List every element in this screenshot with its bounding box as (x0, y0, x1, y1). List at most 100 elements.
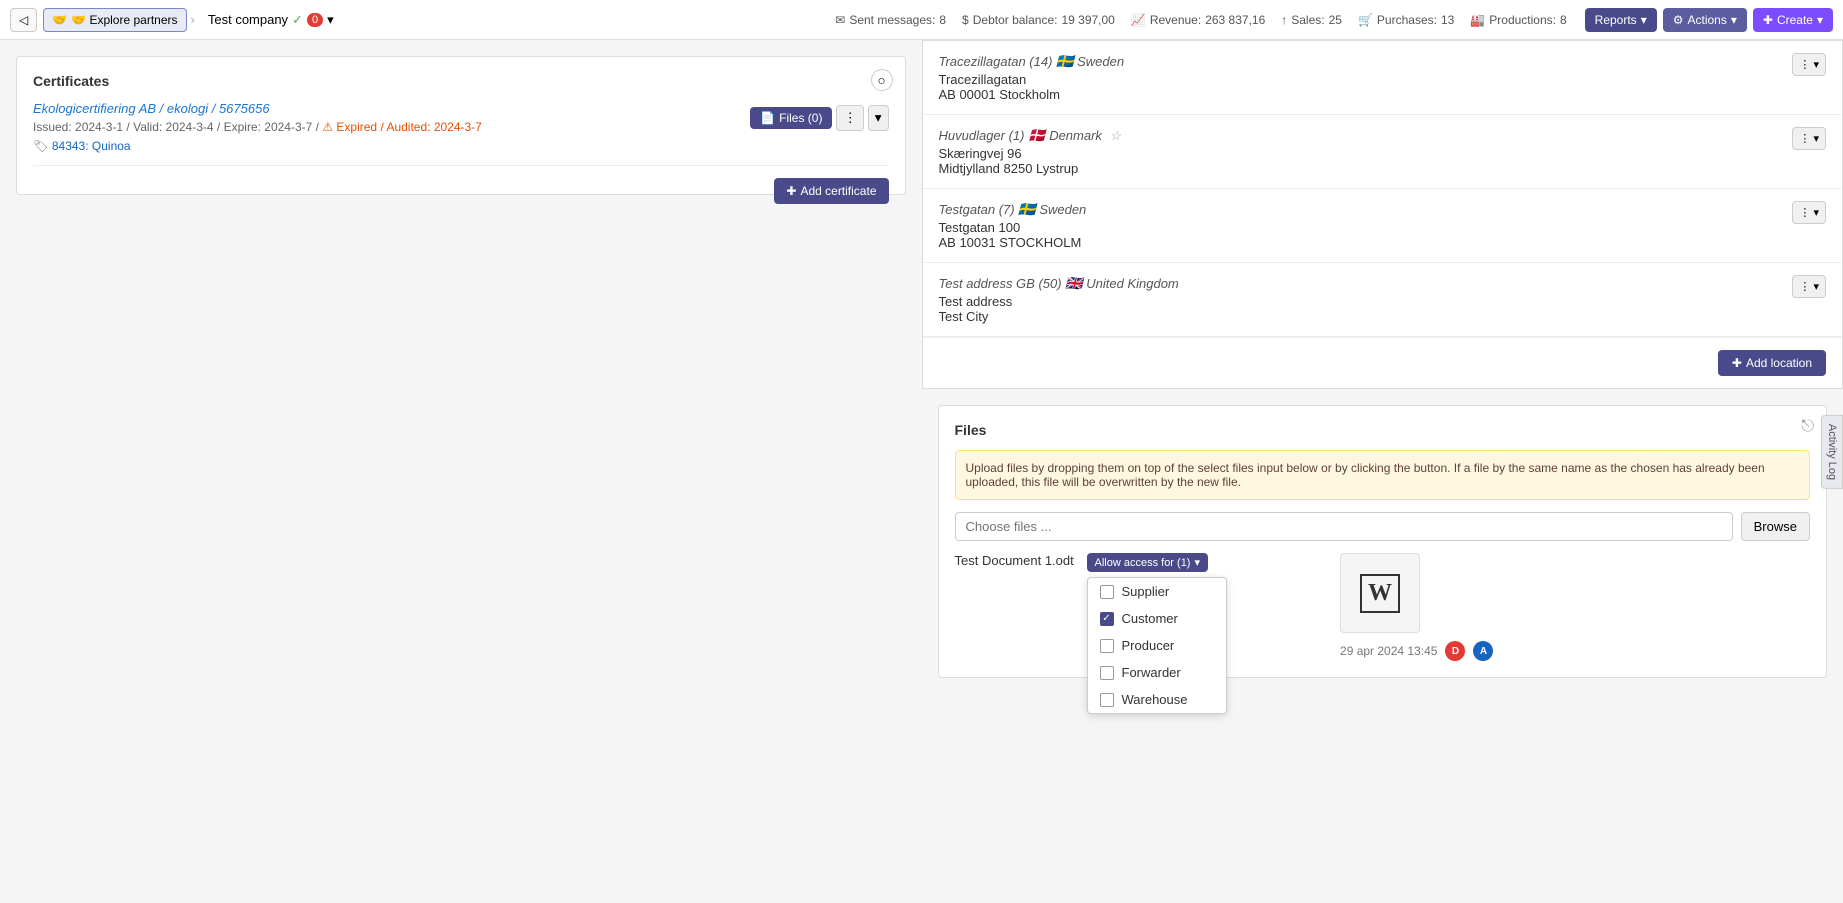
sent-messages-count: 8 (939, 13, 946, 27)
sent-messages-stat: ✉ Sent messages: 8 (835, 13, 946, 27)
cert-expire: Expire: 2024-3-7 (224, 120, 313, 134)
debtor-balance-value: 19 397,00 (1061, 13, 1114, 27)
activity-log-tab[interactable]: Activity Log (1821, 414, 1843, 488)
choose-files-input[interactable] (955, 512, 1733, 541)
file-thumbnail: W (1340, 553, 1420, 633)
create-button[interactable]: ✚ Create ▾ (1753, 8, 1833, 32)
certificates-title: Certificates (33, 73, 889, 89)
location-city-2: Midtjylland 8250 Lystrup (939, 161, 1122, 176)
supplier-checkbox[interactable] (1100, 585, 1114, 599)
location-more-button-4[interactable]: ⋮ ▾ (1792, 275, 1826, 298)
email-icon: ✉ (835, 13, 845, 27)
files-section: Files ⎋ Upload files by dropping them on… (938, 405, 1828, 678)
explore-partners-label: 🤝 Explore partners (71, 13, 177, 27)
check-mark: ✓ (1102, 613, 1110, 624)
productions-label: Productions: (1489, 13, 1556, 27)
sent-messages-label: Sent messages: (849, 13, 935, 27)
company-name-button[interactable]: Test company ✓ 0 ▾ (199, 7, 343, 33)
add-certificate-button[interactable]: ✚ Add certificate (774, 178, 888, 204)
actions-gear-icon: ⚙ (1673, 13, 1684, 27)
files-external-link-button[interactable]: ⎋ (1801, 418, 1814, 436)
location-name-2: Huvudlager (1) 🇩🇰 Denmark ☆ (939, 127, 1122, 144)
left-panel: Certificates ○ Ekologicertifiering AB / … (0, 40, 922, 903)
dropdown-item-customer[interactable]: ✓ Customer (1088, 605, 1226, 632)
cert-files-button[interactable]: 📄 Files (0) (750, 107, 832, 129)
notifications-badge: 0 (307, 13, 323, 27)
location-addr-3: Testgatan 100 (939, 220, 1087, 235)
debtor-balance-stat: $ Debtor balance: 19 397,00 (962, 13, 1115, 27)
dropdown-item-producer[interactable]: Producer (1088, 632, 1226, 659)
create-chevron-icon: ▾ (1817, 13, 1823, 27)
revenue-stat: 📈 Revenue: 263 837,16 (1131, 13, 1265, 27)
location-item-2: Huvudlager (1) 🇩🇰 Denmark ☆ Skæringvej 9… (923, 115, 1843, 189)
forwarder-checkbox[interactable] (1100, 666, 1114, 680)
actions-button[interactable]: ⚙ Actions ▾ (1663, 8, 1747, 32)
cert-files-count: Files (0) (779, 111, 822, 125)
star-icon: ☆ (1110, 128, 1122, 143)
access-dropdown-menu: Supplier ✓ Customer Producer (1087, 577, 1227, 714)
breadcrumb: 🤝 🤝 Explore partners › Test company ✓ 0 … (43, 7, 342, 33)
cert-more-button[interactable]: ⋮ (836, 105, 863, 131)
producer-checkbox[interactable] (1100, 639, 1114, 653)
plus-icon: ✚ (1732, 356, 1742, 370)
certificates-expand-button[interactable]: ○ (871, 69, 893, 91)
stats-bar: ✉ Sent messages: 8 $ Debtor balance: 19 … (835, 13, 1566, 27)
warehouse-label: Warehouse (1122, 692, 1188, 707)
create-label: Create (1777, 13, 1813, 27)
access-badge[interactable]: Allow access for (1) ▾ (1087, 553, 1209, 572)
cert-status: ⚠ Expired / Audited: 2024-3-7 (322, 120, 482, 134)
browse-button[interactable]: Browse (1741, 512, 1810, 541)
add-location-bar: ✚ Add location (923, 337, 1843, 388)
reports-button[interactable]: Reports ▾ (1585, 8, 1657, 32)
file-date: 29 apr 2024 13:45 (1340, 644, 1437, 658)
location-addr-2: Skæringvej 96 (939, 146, 1122, 161)
add-location-button[interactable]: ✚ Add location (1718, 350, 1826, 376)
location-more-button-2[interactable]: ⋮ ▾ (1792, 127, 1826, 150)
plus-icon: ✚ (786, 184, 796, 198)
reports-label: Reports (1595, 13, 1637, 27)
revenue-value: 263 837,16 (1205, 13, 1265, 27)
files-title: Files (955, 422, 1811, 438)
file-date-row: 29 apr 2024 13:45 D A (1340, 641, 1493, 661)
warehouse-checkbox[interactable] (1100, 693, 1114, 707)
file-input-row: Browse (955, 512, 1811, 541)
add-cert-label: Add certificate (800, 184, 876, 198)
company-name-label: Test company (208, 12, 288, 27)
breadcrumb-separator: › (191, 12, 195, 27)
back-button[interactable]: ◁ (10, 8, 37, 32)
cert-tag: 84343: Quinoa (52, 139, 131, 153)
location-details-2: Huvudlager (1) 🇩🇰 Denmark ☆ Skæringvej 9… (939, 127, 1122, 176)
chevron-down-icon: ▾ (327, 12, 334, 28)
certificate-item: Ekologicertifiering AB / ekologi / 56756… (33, 101, 889, 166)
supplier-label: Supplier (1122, 584, 1170, 599)
location-more-button-1[interactable]: ⋮ ▾ (1792, 53, 1826, 76)
productions-stat: 🏭 Productions: 8 (1470, 13, 1566, 27)
file-item: Test Document 1.odt Allow access for (1)… (955, 553, 1811, 661)
dollar-icon: $ (962, 13, 969, 27)
handshake-icon: 🤝 (52, 13, 67, 27)
cert-valid: Valid: 2024-3-4 (133, 120, 214, 134)
location-city-4: Test City (939, 309, 1179, 324)
plus-icon: ✚ (1763, 13, 1773, 27)
location-name-1: Tracezillagatan (14) 🇸🇪 Sweden (939, 53, 1125, 70)
location-item-1: Tracezillagatan (14) 🇸🇪 Sweden Tracezill… (923, 41, 1843, 115)
explore-partners-button[interactable]: 🤝 🤝 Explore partners (43, 8, 186, 32)
word-icon: W (1360, 574, 1400, 613)
activity-log-label: Activity Log (1826, 423, 1838, 479)
add-location-label: Add location (1746, 356, 1812, 370)
location-more-button-3[interactable]: ⋮ ▾ (1792, 201, 1826, 224)
avatar-d: D (1445, 641, 1465, 661)
cert-dropdown-button[interactable]: ▾ (868, 105, 889, 131)
reports-chevron-icon: ▾ (1641, 13, 1647, 27)
dropdown-item-forwarder[interactable]: Forwarder (1088, 659, 1226, 686)
access-chevron-icon: ▾ (1194, 556, 1200, 569)
file-thumbnail-col: W 29 apr 2024 13:45 D A (1340, 553, 1493, 661)
dropdown-item-warehouse[interactable]: Warehouse (1088, 686, 1226, 713)
nav-actions: Reports ▾ ⚙ Actions ▾ ✚ Create ▾ (1585, 8, 1833, 32)
location-item-3: Testgatan (7) 🇸🇪 Sweden Testgatan 100 AB… (923, 189, 1843, 263)
dropdown-item-supplier[interactable]: Supplier (1088, 578, 1226, 605)
file-name: Test Document 1.odt (955, 553, 1075, 568)
files-icon: 📄 (760, 111, 775, 125)
customer-checkbox[interactable]: ✓ (1100, 612, 1114, 626)
browse-label: Browse (1754, 519, 1797, 534)
